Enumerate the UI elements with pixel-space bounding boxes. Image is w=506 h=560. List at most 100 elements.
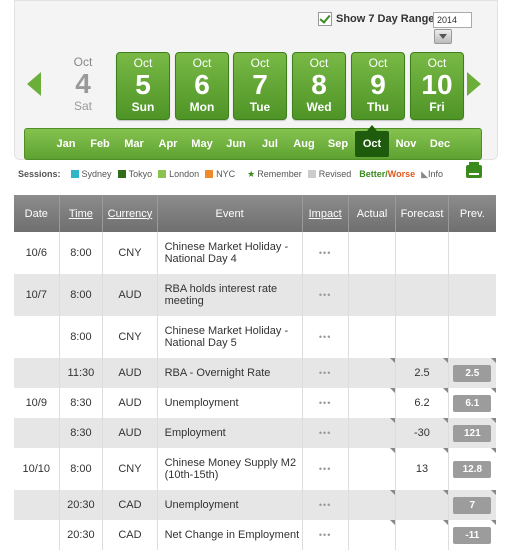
day-number: 10 [421, 69, 453, 100]
impact-dots-icon: ••• [318, 464, 332, 474]
cell-impact: ••• [302, 388, 349, 418]
table-row[interactable]: 10/10 8:00 CNY Chinese Money Supply M2 (10t… [14, 448, 496, 490]
day-number: 6 [194, 69, 210, 100]
show-7-day-range-toggle[interactable]: Show 7 Day Range [318, 12, 434, 26]
day-month: Oct [309, 56, 329, 70]
table-row[interactable]: 8:30 AUD Employment ••• -30 121 [14, 418, 496, 448]
revised-label: Revised [318, 169, 352, 179]
session-tokyo: Tokyo [128, 169, 153, 179]
cell-time: 8:00 [59, 448, 104, 490]
day-month: Oct [368, 56, 388, 70]
cell-date [14, 520, 60, 550]
star-icon: ★ [247, 168, 256, 179]
day-weekday: Mon [189, 100, 215, 114]
col-prev: Prev. [448, 195, 496, 232]
day-month: Oct [250, 56, 270, 70]
cell-time: 8:00 [59, 316, 104, 358]
day-weekday: Wed [306, 100, 332, 114]
year-select[interactable]: 2014 [433, 12, 472, 28]
month-jan[interactable]: Jan [49, 129, 83, 159]
cell-time: 8:30 [59, 418, 104, 448]
cell-impact: ••• [302, 358, 349, 388]
cell-forecast: 6.2 [395, 388, 449, 418]
year-dropdown-button[interactable] [434, 29, 452, 44]
cell-event: RBA holds interest rate meeting [157, 274, 303, 316]
month-bar: Jan Feb Mar Apr May Jun Jul Aug Sep Oct Nov Dec [24, 125, 482, 160]
prev-value-badge: 2.5 [453, 364, 492, 382]
cell-currency: AUD [102, 274, 158, 316]
worse-label: Worse [387, 169, 416, 179]
month-oct[interactable]: Oct [355, 125, 389, 157]
info-label: Info [428, 169, 444, 179]
prev-value-badge: 12.8 [453, 460, 492, 478]
cell-currency: CNY [102, 448, 158, 490]
cell-event: Unemployment [157, 388, 303, 418]
cell-date [14, 490, 60, 520]
col-date: Date [14, 195, 60, 232]
month-jun[interactable]: Jun [219, 129, 253, 159]
cell-prev [448, 232, 496, 274]
col-time[interactable]: Time [59, 195, 104, 232]
day-card-tue[interactable]: Oct 7 Tue [233, 52, 287, 120]
cell-actual [348, 490, 397, 520]
remember-label: Remember [257, 169, 302, 179]
month-aug[interactable]: Aug [287, 129, 321, 159]
cell-date: 10/10 [14, 448, 60, 490]
cell-impact: ••• [302, 490, 349, 520]
prev-value-badge: 121 [453, 424, 492, 442]
cell-forecast [395, 274, 449, 316]
sessions-label: Sessions: [18, 169, 61, 179]
day-card-fri[interactable]: Oct 10 Fri [410, 52, 464, 120]
table-row[interactable]: 10/6 8:00 CNY Chinese Market Holiday - Nati… [14, 232, 496, 274]
col-event: Event [157, 195, 303, 232]
cell-actual [348, 418, 397, 448]
day-card-thu[interactable]: Oct 9 Thu [351, 52, 405, 120]
cell-time: 8:00 [59, 232, 104, 274]
table-row[interactable]: 20:30 CAD Unemployment ••• 7 [14, 490, 496, 520]
day-month: Oct [192, 56, 212, 70]
cell-actual [348, 232, 397, 274]
col-impact[interactable]: Impact [302, 195, 349, 232]
session-london: London [169, 169, 200, 179]
table-row[interactable]: 10/7 8:00 AUD RBA holds interest rate meeti… [14, 274, 496, 316]
month-nov[interactable]: Nov [389, 129, 423, 159]
cell-currency: AUD [102, 358, 158, 388]
better-label: Better [359, 169, 386, 179]
table-row[interactable]: 10/9 8:30 AUD Unemployment ••• 6.2 6.1 [14, 388, 496, 418]
day-number: 7 [252, 69, 268, 100]
month-sep[interactable]: Sep [321, 129, 355, 159]
month-dec[interactable]: Dec [423, 129, 457, 159]
cell-prev: 6.1 [448, 388, 496, 418]
prev-value-badge: -11 [453, 526, 492, 544]
col-currency[interactable]: Currency [102, 195, 158, 232]
cell-prev: -11 [448, 520, 496, 550]
day-card-mon[interactable]: Oct 6 Mon [175, 52, 229, 120]
day-card-wed[interactable]: Oct 8 Wed [292, 52, 346, 120]
month-mar[interactable]: Mar [117, 129, 151, 159]
next-day-arrow-icon[interactable] [467, 72, 481, 96]
nyc-swatch [205, 170, 214, 178]
day-number: 4 [75, 68, 91, 99]
cell-prev: 121 [448, 418, 496, 448]
table-row[interactable]: 11:30 AUD RBA - Overnight Rate ••• 2.5 2.5 [14, 358, 496, 388]
month-feb[interactable]: Feb [83, 129, 117, 159]
print-icon[interactable] [466, 162, 482, 178]
cell-date [14, 316, 60, 358]
day-card-sat[interactable]: Oct 4 Sat [57, 52, 109, 118]
cell-impact: ••• [302, 232, 349, 274]
table-row[interactable]: 8:00 CNY Chinese Market Holiday - National… [14, 316, 496, 358]
cell-forecast [395, 490, 449, 520]
month-apr[interactable]: Apr [151, 129, 185, 159]
cell-event: Unemployment [157, 490, 303, 520]
month-may[interactable]: May [185, 129, 219, 159]
show-7-day-checkbox[interactable] [318, 12, 332, 26]
cell-impact: ••• [302, 520, 349, 550]
previous-day-arrow-icon[interactable] [27, 72, 41, 96]
cell-actual [348, 316, 397, 358]
month-jul[interactable]: Jul [253, 129, 287, 159]
impact-dots-icon: ••• [318, 368, 332, 378]
cell-actual [348, 520, 397, 550]
cell-time: 20:30 [59, 520, 104, 550]
day-card-sun[interactable]: Oct 5 Sun [116, 52, 170, 120]
table-row[interactable]: 20:30 CAD Net Change in Employment ••• -11 [14, 520, 496, 550]
